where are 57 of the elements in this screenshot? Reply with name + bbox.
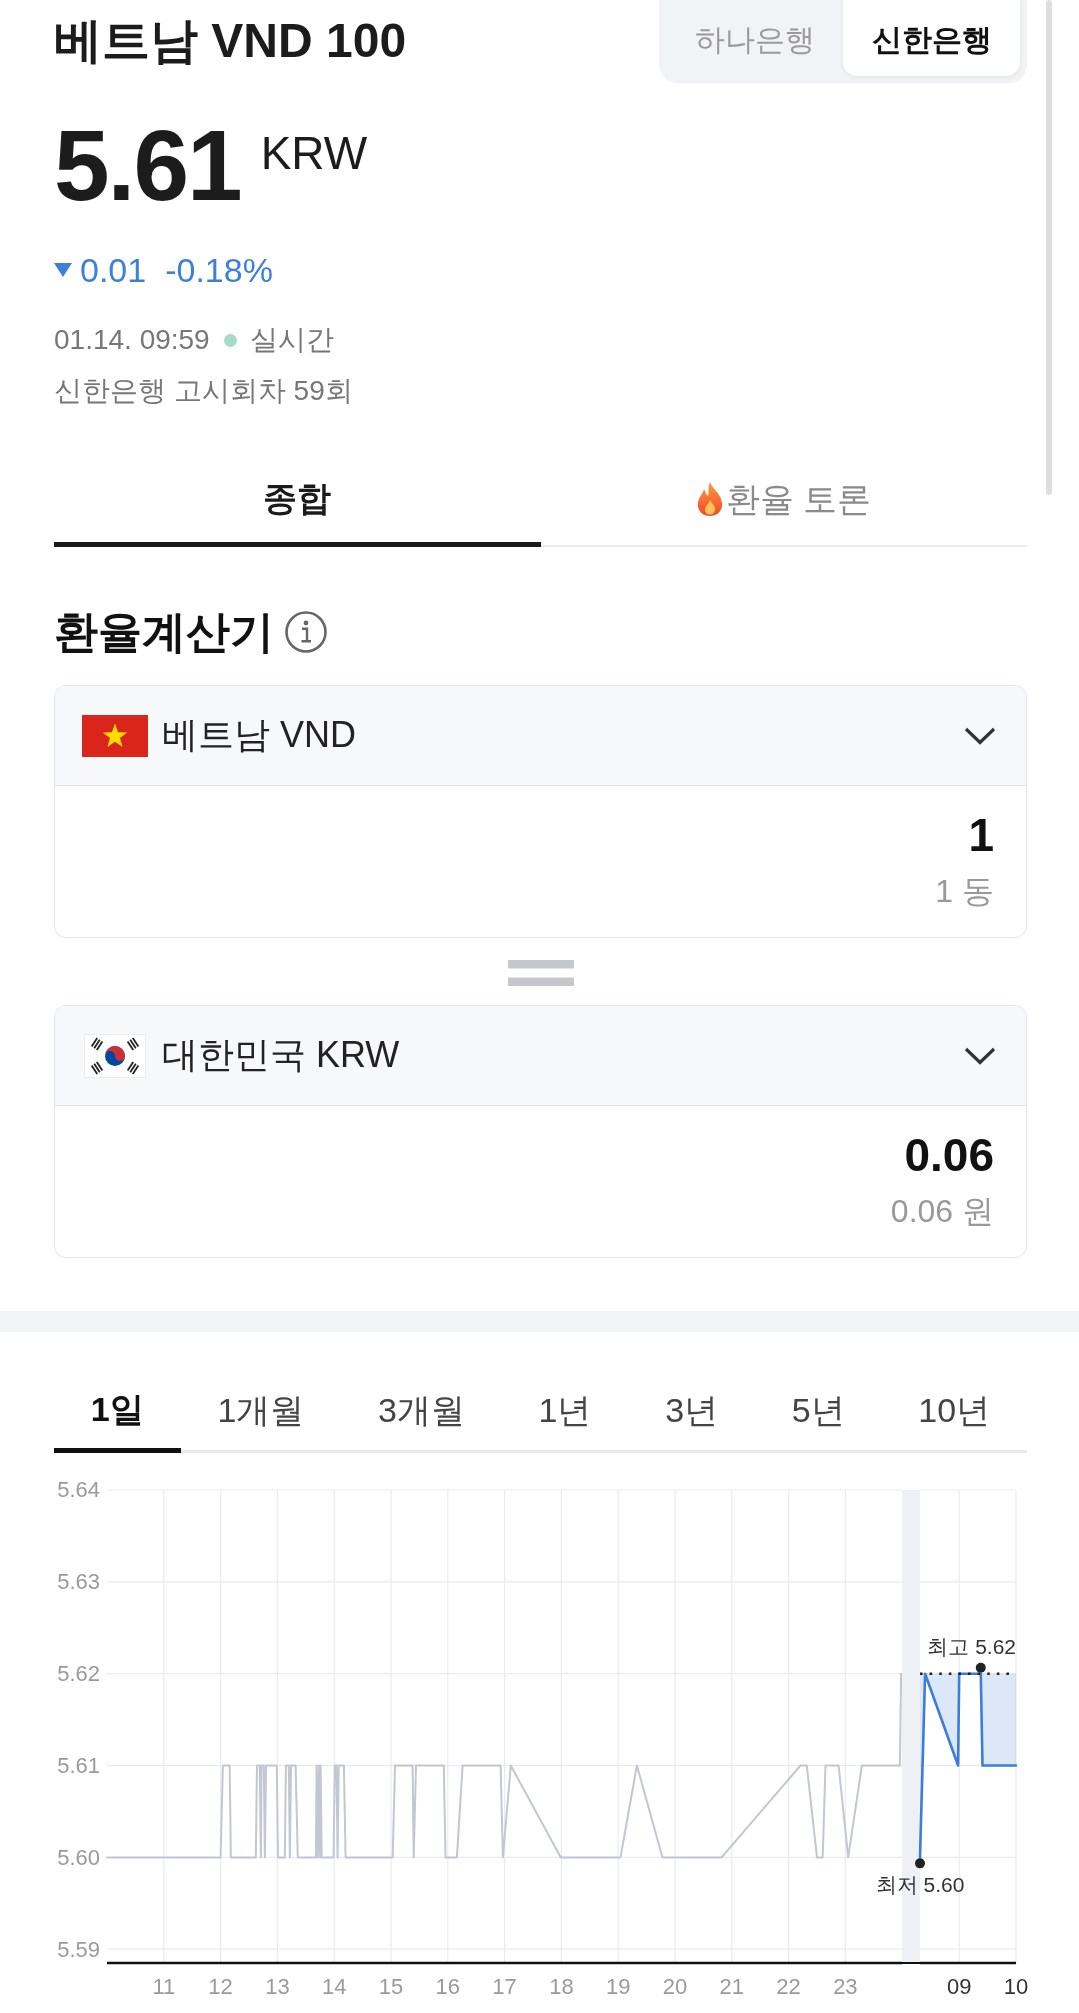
period-tab[interactable]: 1일 — [54, 1364, 181, 1453]
bank-option[interactable]: 신한은행 — [843, 0, 1020, 76]
x-axis-label: 11 — [152, 1974, 176, 2000]
amount-field[interactable]: 1 — [968, 809, 994, 861]
update-time: 01.14. 09:59 — [54, 323, 210, 357]
status-dot-icon — [223, 333, 237, 347]
chevron-down-icon — [963, 725, 997, 746]
change-amount: 0.01 — [80, 250, 147, 290]
amount-reading: 1 동 — [935, 872, 994, 911]
period-tab[interactable]: 1년 — [501, 1364, 629, 1453]
flag-icon — [84, 1033, 146, 1078]
x-axis-label: 13 — [265, 1974, 290, 2000]
x-axis-label: 18 — [549, 1974, 574, 2000]
annotation-label: 최저 5.60 — [875, 1872, 965, 1896]
x-axis-label: 16 — [435, 1974, 461, 2000]
notice-round: 신한은행 고시회차 59회 — [54, 374, 353, 408]
period-tab[interactable]: 10년 — [881, 1364, 1027, 1453]
change-percent: -0.18% — [165, 250, 273, 290]
section-tab[interactable]: 종합 — [54, 453, 541, 547]
x-axis-label: 21 — [719, 1974, 744, 2000]
exchange-rate: 5.61 — [54, 115, 241, 215]
period-tab[interactable]: 3년 — [628, 1364, 755, 1453]
currency-select[interactable]: 대한민국 KRW — [55, 1006, 1026, 1106]
fire-icon — [696, 481, 724, 517]
period-tab[interactable]: 5년 — [754, 1364, 882, 1453]
y-axis-label: 5.63 — [57, 1569, 100, 1595]
x-axis-label: 20 — [662, 1974, 688, 2000]
x-axis-label: 12 — [208, 1974, 233, 2000]
x-axis-label: 15 — [378, 1974, 404, 2000]
amount-field[interactable]: 0.06 — [904, 1129, 994, 1181]
flag-icon — [82, 714, 148, 757]
y-axis-label: 5.60 — [57, 1844, 100, 1870]
x-axis-label: 17 — [492, 1974, 517, 2000]
x-axis-label: 23 — [833, 1974, 858, 2000]
x-axis-label: 22 — [776, 1974, 801, 2000]
currency-code: KRW — [260, 130, 368, 176]
marker-dot-icon — [915, 1858, 926, 1869]
page-title: 베트남 VND 100 — [54, 13, 407, 69]
annotation-label: 최고 5.62 — [927, 1635, 1017, 1659]
info-icon[interactable] — [284, 610, 328, 654]
equals-icon — [507, 960, 574, 986]
chevron-down-icon — [963, 1045, 997, 1066]
calculator-title: 환율계산기 — [54, 606, 274, 658]
amount-reading: 0.06 원 — [890, 1192, 994, 1231]
x-axis-label: 10 — [1003, 1974, 1029, 2000]
marker-dot-icon — [975, 1662, 986, 1673]
x-axis-label: 19 — [605, 1974, 631, 2000]
currency-select[interactable]: 베트남 VND — [55, 686, 1026, 786]
y-axis-label: 5.62 — [57, 1661, 100, 1687]
y-axis-label: 5.59 — [57, 1936, 100, 1962]
period-tab[interactable]: 3개월 — [341, 1364, 502, 1453]
x-axis-label: 14 — [321, 1974, 347, 2000]
y-axis-label: 5.64 — [57, 1477, 100, 1503]
y-axis-label: 5.61 — [57, 1753, 100, 1779]
x-axis-label: 09 — [947, 1974, 972, 2000]
live-label: 실시간 — [249, 323, 334, 357]
period-tab[interactable]: 1개월 — [180, 1364, 342, 1453]
